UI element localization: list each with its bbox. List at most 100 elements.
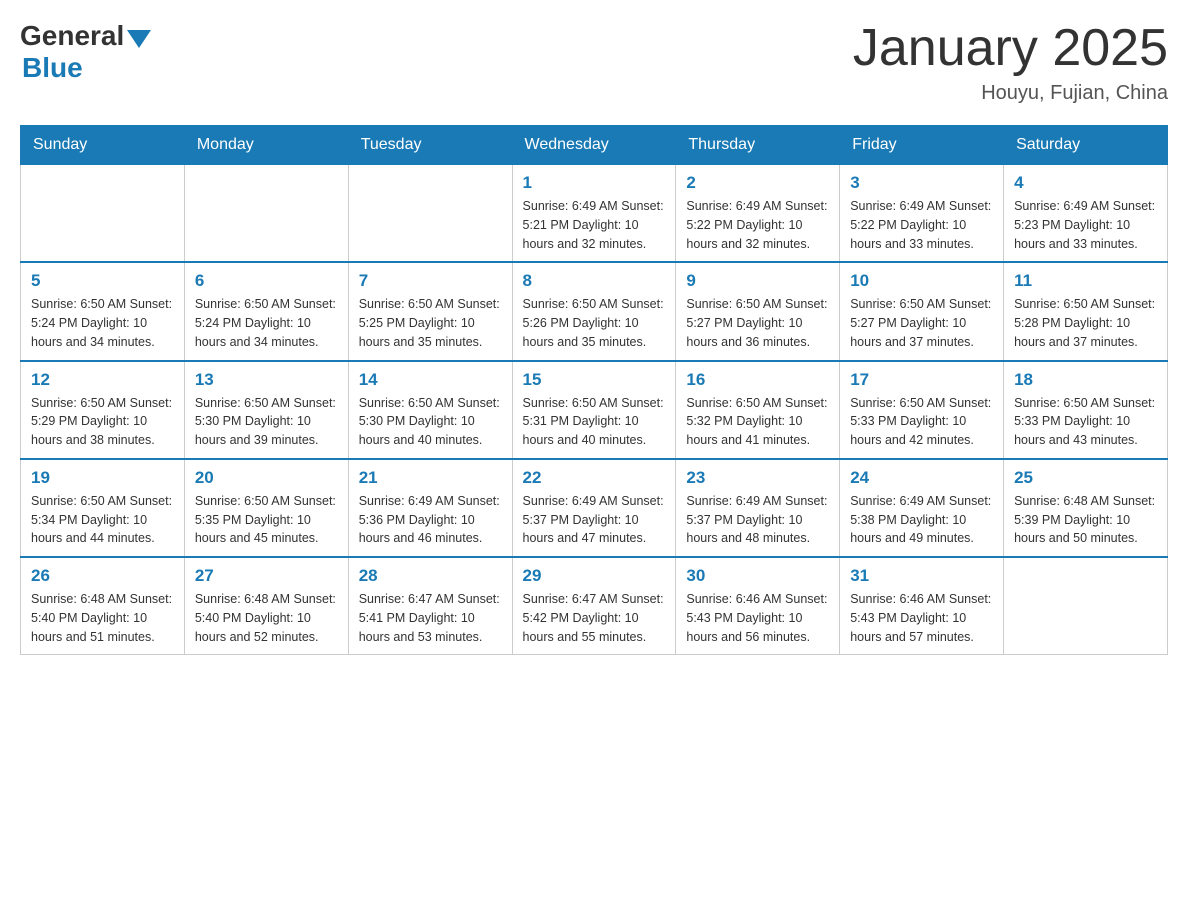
- day-info: Sunrise: 6:49 AM Sunset: 5:38 PM Dayligh…: [850, 492, 993, 548]
- day-number: 26: [31, 566, 174, 586]
- header-sunday: Sunday: [21, 126, 185, 165]
- day-info: Sunrise: 6:47 AM Sunset: 5:42 PM Dayligh…: [523, 590, 666, 646]
- calendar-cell: [21, 165, 185, 263]
- day-info: Sunrise: 6:49 AM Sunset: 5:21 PM Dayligh…: [523, 197, 666, 253]
- day-info: Sunrise: 6:50 AM Sunset: 5:32 PM Dayligh…: [686, 394, 829, 450]
- day-number: 2: [686, 173, 829, 193]
- day-number: 10: [850, 271, 993, 291]
- calendar-cell: 25 Sunrise: 6:48 AM Sunset: 5:39 PM Dayli…: [1004, 459, 1168, 557]
- day-info: Sunrise: 6:50 AM Sunset: 5:24 PM Dayligh…: [31, 295, 174, 351]
- calendar-cell: 14 Sunrise: 6:50 AM Sunset: 5:30 PM Dayli…: [348, 361, 512, 459]
- day-number: 25: [1014, 468, 1157, 488]
- day-info: Sunrise: 6:50 AM Sunset: 5:35 PM Dayligh…: [195, 492, 338, 548]
- day-number: 7: [359, 271, 502, 291]
- calendar-cell: 9Sunrise: 6:50 AM Sunset: 5:27 PM Daylig…: [676, 262, 840, 360]
- day-number: 9: [686, 271, 829, 291]
- day-number: 18: [1014, 370, 1157, 390]
- day-number: 13: [195, 370, 338, 390]
- day-number: 28: [359, 566, 502, 586]
- day-number: 19: [31, 468, 174, 488]
- calendar-cell: 26 Sunrise: 6:48 AM Sunset: 5:40 PM Dayli…: [21, 557, 185, 655]
- calendar-cell: 27 Sunrise: 6:48 AM Sunset: 5:40 PM Dayli…: [184, 557, 348, 655]
- day-number: 11: [1014, 271, 1157, 291]
- header-friday: Friday: [840, 126, 1004, 165]
- day-number: 1: [523, 173, 666, 193]
- calendar-cell: 8 Sunrise: 6:50 AM Sunset: 5:26 PM Daylig…: [512, 262, 676, 360]
- calendar-cell: 6Sunrise: 6:50 AM Sunset: 5:24 PM Daylig…: [184, 262, 348, 360]
- day-info: Sunrise: 6:49 AM Sunset: 5:22 PM Dayligh…: [686, 197, 829, 253]
- day-number: 8: [523, 271, 666, 291]
- day-info: Sunrise: 6:48 AM Sunset: 5:40 PM Dayligh…: [31, 590, 174, 646]
- calendar-cell: 16Sunrise: 6:50 AM Sunset: 5:32 PM Dayli…: [676, 361, 840, 459]
- calendar-cell: 22 Sunrise: 6:49 AM Sunset: 5:37 PM Dayli…: [512, 459, 676, 557]
- day-info: Sunrise: 6:50 AM Sunset: 5:30 PM Dayligh…: [359, 394, 502, 450]
- day-info: Sunrise: 6:50 AM Sunset: 5:26 PM Dayligh…: [523, 295, 666, 351]
- day-info: Sunrise: 6:49 AM Sunset: 5:23 PM Dayligh…: [1014, 197, 1157, 253]
- calendar-cell: 24 Sunrise: 6:49 AM Sunset: 5:38 PM Dayli…: [840, 459, 1004, 557]
- calendar-cell: 4 Sunrise: 6:49 AM Sunset: 5:23 PM Daylig…: [1004, 165, 1168, 263]
- title-section: January 2025 Houyu, Fujian, China: [853, 20, 1168, 105]
- day-info: Sunrise: 6:49 AM Sunset: 5:37 PM Dayligh…: [523, 492, 666, 548]
- calendar-cell: 2 Sunrise: 6:49 AM Sunset: 5:22 PM Daylig…: [676, 165, 840, 263]
- calendar-week-row: 5 Sunrise: 6:50 AM Sunset: 5:24 PM Daylig…: [21, 262, 1168, 360]
- logo-blue-text: Blue: [22, 52, 83, 84]
- calendar-cell: 31Sunrise: 6:46 AM Sunset: 5:43 PM Dayli…: [840, 557, 1004, 655]
- day-number: 27: [195, 566, 338, 586]
- header-monday: Monday: [184, 126, 348, 165]
- header-thursday: Thursday: [676, 126, 840, 165]
- day-info: Sunrise: 6:50 AM Sunset: 5:27 PM Dayligh…: [850, 295, 993, 351]
- calendar-cell: 12 Sunrise: 6:50 AM Sunset: 5:29 PM Dayli…: [21, 361, 185, 459]
- day-number: 14: [359, 370, 502, 390]
- calendar-week-row: 26 Sunrise: 6:48 AM Sunset: 5:40 PM Dayli…: [21, 557, 1168, 655]
- calendar-cell: 18 Sunrise: 6:50 AM Sunset: 5:33 PM Dayli…: [1004, 361, 1168, 459]
- calendar-header-row: Sunday Monday Tuesday Wednesday Thursday…: [21, 126, 1168, 165]
- day-info: Sunrise: 6:50 AM Sunset: 5:34 PM Dayligh…: [31, 492, 174, 548]
- calendar-cell: 19 Sunrise: 6:50 AM Sunset: 5:34 PM Dayli…: [21, 459, 185, 557]
- header-tuesday: Tuesday: [348, 126, 512, 165]
- calendar-table: Sunday Monday Tuesday Wednesday Thursday…: [20, 125, 1168, 655]
- day-info: Sunrise: 6:50 AM Sunset: 5:29 PM Dayligh…: [31, 394, 174, 450]
- calendar-cell: 30 Sunrise: 6:46 AM Sunset: 5:43 PM Dayli…: [676, 557, 840, 655]
- page-header: General Blue January 2025 Houyu, Fujian,…: [20, 20, 1168, 105]
- calendar-cell: 10 Sunrise: 6:50 AM Sunset: 5:27 PM Dayli…: [840, 262, 1004, 360]
- day-number: 15: [523, 370, 666, 390]
- day-number: 4: [1014, 173, 1157, 193]
- day-number: 31: [850, 566, 993, 586]
- calendar-cell: 3Sunrise: 6:49 AM Sunset: 5:22 PM Daylig…: [840, 165, 1004, 263]
- day-number: 20: [195, 468, 338, 488]
- calendar-cell: 5 Sunrise: 6:50 AM Sunset: 5:24 PM Daylig…: [21, 262, 185, 360]
- calendar-week-row: 1 Sunrise: 6:49 AM Sunset: 5:21 PM Daylig…: [21, 165, 1168, 263]
- calendar-cell: [184, 165, 348, 263]
- location: Houyu, Fujian, China: [853, 82, 1168, 105]
- calendar-cell: 7Sunrise: 6:50 AM Sunset: 5:25 PM Daylig…: [348, 262, 512, 360]
- day-number: 29: [523, 566, 666, 586]
- logo-arrow-icon: [127, 30, 151, 48]
- calendar-cell: 13 Sunrise: 6:50 AM Sunset: 5:30 PM Dayli…: [184, 361, 348, 459]
- day-number: 22: [523, 468, 666, 488]
- day-number: 23: [686, 468, 829, 488]
- day-number: 6: [195, 271, 338, 291]
- calendar-cell: 20 Sunrise: 6:50 AM Sunset: 5:35 PM Dayli…: [184, 459, 348, 557]
- day-info: Sunrise: 6:48 AM Sunset: 5:39 PM Dayligh…: [1014, 492, 1157, 548]
- day-number: 3: [850, 173, 993, 193]
- day-info: Sunrise: 6:50 AM Sunset: 5:30 PM Dayligh…: [195, 394, 338, 450]
- day-number: 21: [359, 468, 502, 488]
- calendar-cell: 17Sunrise: 6:50 AM Sunset: 5:33 PM Dayli…: [840, 361, 1004, 459]
- calendar-cell: 23 Sunrise: 6:49 AM Sunset: 5:37 PM Dayli…: [676, 459, 840, 557]
- day-info: Sunrise: 6:46 AM Sunset: 5:43 PM Dayligh…: [686, 590, 829, 646]
- day-info: Sunrise: 6:49 AM Sunset: 5:36 PM Dayligh…: [359, 492, 502, 548]
- day-number: 12: [31, 370, 174, 390]
- calendar-cell: 1 Sunrise: 6:49 AM Sunset: 5:21 PM Daylig…: [512, 165, 676, 263]
- day-info: Sunrise: 6:49 AM Sunset: 5:37 PM Dayligh…: [686, 492, 829, 548]
- day-number: 5: [31, 271, 174, 291]
- day-info: Sunrise: 6:48 AM Sunset: 5:40 PM Dayligh…: [195, 590, 338, 646]
- calendar-cell: [1004, 557, 1168, 655]
- calendar-cell: 28Sunrise: 6:47 AM Sunset: 5:41 PM Dayli…: [348, 557, 512, 655]
- day-number: 24: [850, 468, 993, 488]
- day-info: Sunrise: 6:50 AM Sunset: 5:33 PM Dayligh…: [1014, 394, 1157, 450]
- header-saturday: Saturday: [1004, 126, 1168, 165]
- day-number: 30: [686, 566, 829, 586]
- day-number: 17: [850, 370, 993, 390]
- logo-general-text: General: [20, 20, 124, 52]
- day-info: Sunrise: 6:50 AM Sunset: 5:31 PM Dayligh…: [523, 394, 666, 450]
